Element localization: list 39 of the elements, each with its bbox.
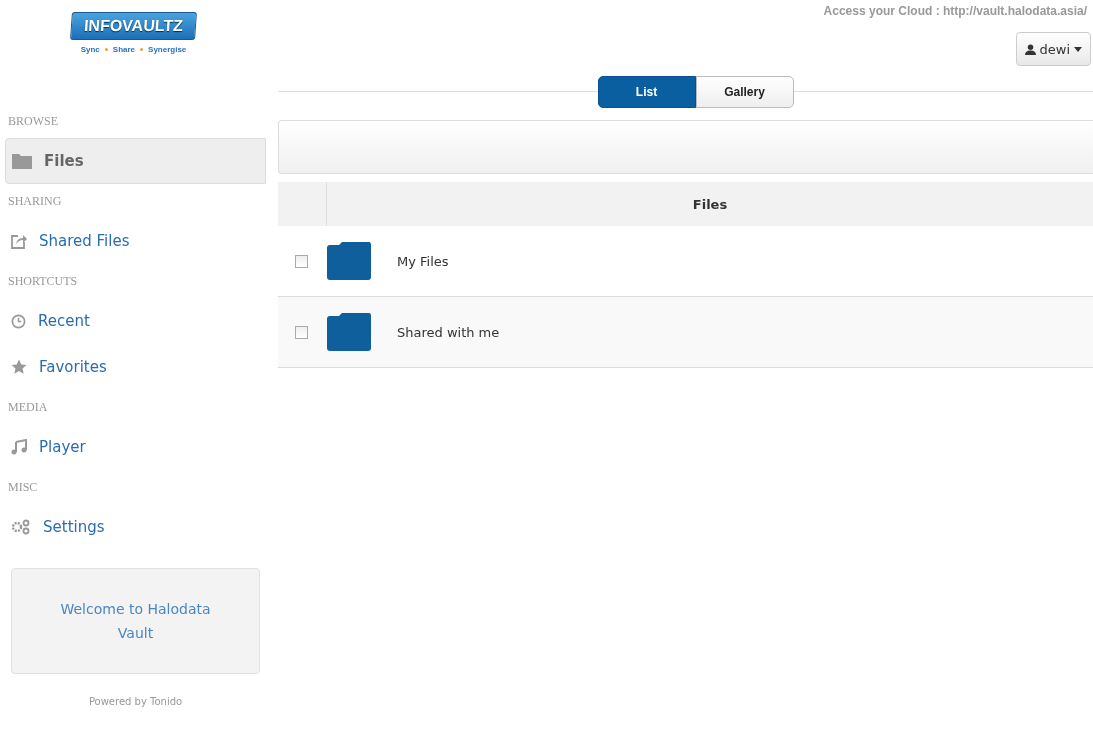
sidebar-item[interactable]: Player bbox=[5, 424, 266, 470]
section-heading: MEDIA bbox=[7, 399, 49, 416]
gears-icon bbox=[11, 519, 31, 535]
row-checkbox[interactable] bbox=[295, 254, 308, 268]
music-note-icon bbox=[11, 439, 27, 455]
access-url-text: Access your Cloud : http://vault.halodata.asia/ bbox=[823, 4, 1088, 18]
separator-dot bbox=[104, 48, 108, 51]
powered-by-text: Powered by Tonido bbox=[87, 696, 184, 707]
sidebar-item[interactable]: Settings bbox=[5, 504, 266, 550]
row-checkbox[interactable] bbox=[295, 325, 308, 339]
file-name[interactable]: Shared with me bbox=[397, 324, 500, 340]
logo-badge: INFOVAULTZ bbox=[70, 12, 197, 40]
star-icon bbox=[11, 359, 27, 375]
tagline-word: Synergise bbox=[148, 45, 187, 54]
tagline-word: Share bbox=[112, 45, 136, 54]
tagline-word: Sync bbox=[80, 45, 100, 54]
sidebar-item[interactable]: Shared Files bbox=[5, 218, 266, 264]
section-heading: MISC bbox=[7, 479, 39, 496]
section-heading: SHORTCUTS bbox=[7, 273, 79, 290]
sidebar-item[interactable]: Files bbox=[5, 138, 266, 184]
sidebar-item[interactable]: Favorites bbox=[5, 344, 266, 390]
welcome-text: Welcome to Halodata Vault bbox=[59, 600, 212, 643]
file-name[interactable]: My Files bbox=[397, 253, 449, 269]
clock-icon bbox=[11, 313, 26, 329]
section-heading: SHARING bbox=[7, 193, 63, 210]
folder-icon bbox=[325, 313, 373, 351]
user-icon bbox=[1024, 43, 1036, 55]
section-heading: BROWSE bbox=[7, 113, 59, 130]
folder-icon bbox=[12, 153, 32, 169]
sidebar-item[interactable]: Recent bbox=[5, 298, 266, 344]
separator-dot bbox=[140, 48, 144, 51]
view-tab[interactable]: List bbox=[597, 76, 696, 108]
column-header: Files bbox=[691, 195, 729, 214]
caret-icon bbox=[1074, 46, 1082, 52]
user-menu-button[interactable]: dewi bbox=[1015, 32, 1091, 66]
share-icon bbox=[11, 233, 27, 249]
table-row[interactable]: Shared with me bbox=[278, 297, 1093, 368]
folder-icon bbox=[325, 242, 373, 280]
view-tab[interactable]: Gallery bbox=[695, 76, 794, 108]
